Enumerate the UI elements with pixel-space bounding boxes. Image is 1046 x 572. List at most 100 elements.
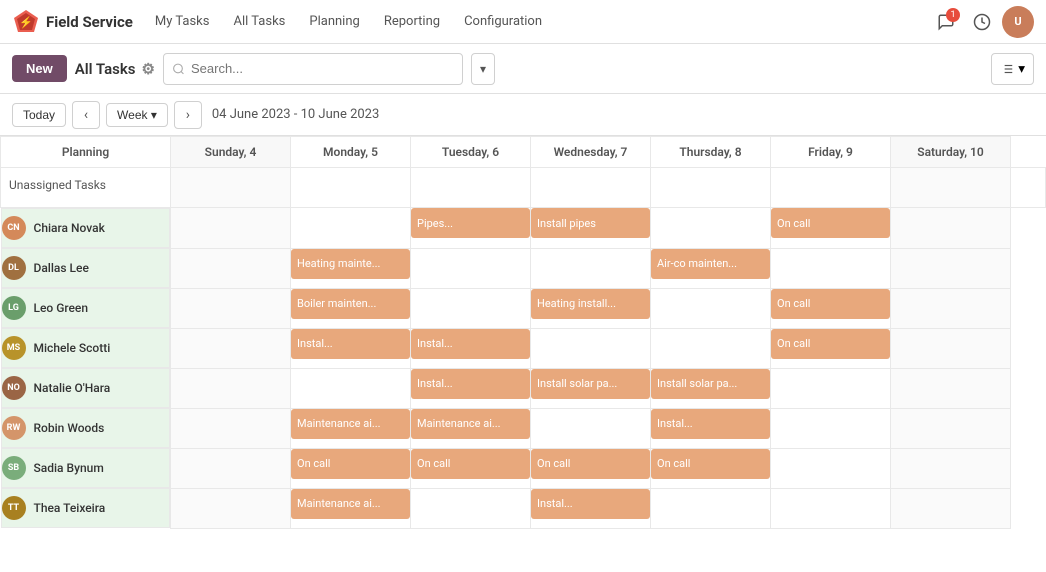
day-cell-r4-c2[interactable]: Instal... [411, 328, 531, 368]
today-button[interactable]: Today [12, 103, 66, 127]
day-cell-r3-c5[interactable]: On call [771, 288, 891, 328]
person-cell-2[interactable]: DLDallas Lee [1, 248, 171, 288]
table-row: DLDallas Lee Heating mainte... Air-co main… [1, 248, 1046, 288]
day-cell-r5-c0 [171, 368, 291, 408]
day-cell-r5-c4[interactable]: Install solar pa... [651, 368, 771, 408]
task-chip[interactable]: On call [651, 449, 770, 479]
messages-button[interactable]: 1 [930, 6, 962, 38]
table-row: NONatalie O'HaraInstal...Install solar p… [1, 368, 1046, 408]
day-cell-r7-c4[interactable]: On call [651, 448, 771, 488]
task-chip[interactable]: Install solar pa... [651, 369, 770, 399]
nav-planning[interactable]: Planning [299, 10, 369, 33]
prev-week-button[interactable]: ‹ [72, 101, 100, 129]
task-chip[interactable]: On call [291, 449, 410, 479]
day-cell-r3-c6 [891, 288, 1011, 328]
week-selector[interactable]: Week ▾ [106, 103, 168, 127]
day-cell-r6-c1[interactable]: Maintenance ai... [291, 408, 411, 448]
day-cell-r8-c3[interactable]: Instal... [531, 488, 651, 528]
app-logo[interactable]: ⚡ Field Service [12, 8, 133, 36]
day-cell-r5-c2[interactable]: Instal... [411, 368, 531, 408]
person-cell-6[interactable]: RWRobin Woods [1, 408, 171, 448]
task-chip[interactable]: On call [531, 449, 650, 479]
day-cell-r2-c0 [171, 248, 291, 288]
table-row: LGLeo Green Boiler mainten... Heating inst… [1, 288, 1046, 328]
next-week-button[interactable]: › [174, 101, 202, 129]
task-chip[interactable]: Instal... [411, 369, 530, 399]
day-cell-r2-c4[interactable]: Air-co mainten... [651, 248, 771, 288]
person-cell-5[interactable]: NONatalie O'Hara [1, 368, 171, 408]
nav-reporting[interactable]: Reporting [374, 10, 450, 33]
day-cell-r8-c6 [891, 488, 1011, 528]
person-cell-1[interactable]: CNChiara Novak [1, 208, 171, 248]
person-name: Dallas Lee [34, 261, 89, 275]
day-cell-r0-c1 [291, 168, 411, 208]
search-dropdown-button[interactable]: ▾ [471, 53, 495, 85]
nav-configuration[interactable]: Configuration [454, 10, 552, 33]
task-chip[interactable]: On call [411, 449, 530, 479]
col-day-7: Saturday, 10 [891, 137, 1011, 168]
col-day-5: Thursday, 8 [651, 137, 771, 168]
person-cell-8[interactable]: TTThea Teixeira [1, 488, 171, 528]
task-chip[interactable]: Pipes... [411, 208, 530, 238]
search-input[interactable] [191, 61, 454, 76]
task-chip[interactable]: Heating mainte... [291, 249, 410, 279]
day-cell-r2-c1[interactable]: Heating mainte... [291, 248, 411, 288]
day-cell-r6-c6 [891, 408, 1011, 448]
day-cell-r8-c1[interactable]: Maintenance ai... [291, 488, 411, 528]
settings-icon[interactable]: ⚙ [141, 60, 154, 78]
day-cell-r6-c2[interactable]: Maintenance ai... [411, 408, 531, 448]
person-name: Chiara Novak [34, 221, 105, 235]
person-cell-7[interactable]: SBSadia Bynum [1, 448, 171, 488]
day-cell-r7-c3[interactable]: On call [531, 448, 651, 488]
nav-all-tasks[interactable]: All Tasks [223, 10, 295, 33]
day-cell-r7-c2[interactable]: On call [411, 448, 531, 488]
day-cell-r1-c0 [171, 208, 291, 249]
task-chip[interactable]: Instal... [651, 409, 770, 439]
day-cell-r4-c1[interactable]: Instal... [291, 328, 411, 368]
nav-my-tasks[interactable]: My Tasks [145, 10, 220, 33]
day-cell-r3-c2 [411, 288, 531, 328]
svg-text:⚡: ⚡ [19, 16, 33, 29]
task-chip[interactable]: Boiler mainten... [291, 289, 410, 319]
person-cell-3[interactable]: LGLeo Green [1, 288, 171, 328]
new-button[interactable]: New [12, 55, 67, 82]
col-day-6: Friday, 9 [771, 137, 891, 168]
task-chip[interactable]: Air-co mainten... [651, 249, 770, 279]
date-nav: Today ‹ Week ▾ › 04 June 2023 - 10 June … [0, 94, 1046, 136]
day-cell-r8-c4 [651, 488, 771, 528]
day-cell-r5-c3[interactable]: Install solar pa... [531, 368, 651, 408]
clock-button[interactable] [966, 6, 998, 38]
task-chip[interactable]: Install solar pa... [531, 369, 650, 399]
table-row: CNChiara Novak Pipes...Install pipes On ca… [1, 208, 1046, 249]
task-chip[interactable]: On call [771, 208, 890, 238]
day-cell-r6-c0 [171, 408, 291, 448]
day-cell-r1-c5[interactable]: On call [771, 208, 891, 249]
calendar-table: PlanningSunday, 4Monday, 5Tuesday, 6Wedn… [0, 136, 1046, 529]
person-avatar: MS [2, 336, 26, 360]
person-avatar: TT [2, 496, 26, 520]
view-toggle-button[interactable]: ▾ [991, 53, 1034, 85]
unassigned-label: Unassigned Tasks [1, 168, 171, 208]
person-name: Michele Scotti [34, 341, 111, 355]
day-cell-r3-c1[interactable]: Boiler mainten... [291, 288, 411, 328]
task-chip[interactable]: Maintenance ai... [291, 489, 410, 519]
day-cell-r1-c2[interactable]: Pipes... [411, 208, 531, 249]
user-avatar[interactable]: U [1002, 6, 1034, 38]
task-chip[interactable]: Instal... [531, 489, 650, 519]
task-chip[interactable]: Install pipes [531, 208, 650, 238]
task-chip[interactable]: Instal... [291, 329, 410, 359]
task-chip[interactable]: Instal... [411, 329, 530, 359]
day-cell-r4-c5[interactable]: On call [771, 328, 891, 368]
logo-icon: ⚡ [12, 8, 40, 36]
day-cell-r1-c3[interactable]: Install pipes [531, 208, 651, 249]
day-cell-r6-c4[interactable]: Instal... [651, 408, 771, 448]
task-chip[interactable]: On call [771, 329, 890, 359]
day-cell-r0-c5 [771, 168, 891, 208]
person-cell-4[interactable]: MS Michele Scotti [1, 328, 171, 368]
task-chip[interactable]: Maintenance ai... [291, 409, 410, 439]
day-cell-r3-c3[interactable]: Heating install... [531, 288, 651, 328]
day-cell-r7-c1[interactable]: On call [291, 448, 411, 488]
task-chip[interactable]: On call [771, 289, 890, 319]
task-chip[interactable]: Heating install... [531, 289, 650, 319]
task-chip[interactable]: Maintenance ai... [411, 409, 530, 439]
